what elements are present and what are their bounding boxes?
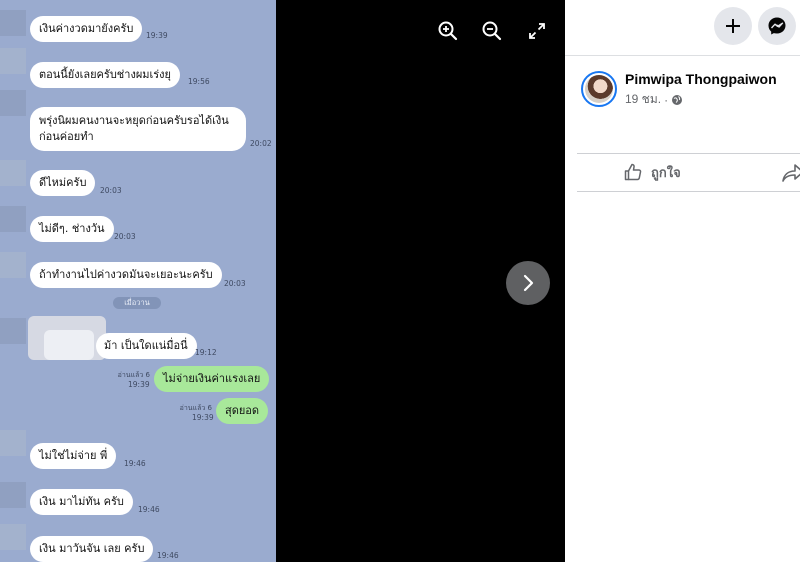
chat-message: ม้า เป็นใดแน่มื่อนี่ [96,333,197,359]
post-meta: 19 ชม. · [625,90,683,109]
message-time: 19:12 [195,348,217,357]
blurred-avatar [0,318,26,344]
chat-message: ไม่ดีๆ. ช่างวัน [30,216,114,242]
read-receipt: อ่านแล้ว 6 [179,404,212,412]
blurred-area [44,330,94,360]
zoom-in-icon [438,21,458,41]
message-time: 20:03 [100,186,122,195]
plus-icon [726,19,740,33]
author-avatar[interactable] [581,71,617,107]
blurred-avatar [0,524,26,550]
chat-message: พรุ่งนิผมคนงานจะหยุดก่อนครับรอได้เงินก่อ… [30,107,246,151]
chat-message: เงิน มาวันจัน เลย ครับ [30,536,154,562]
blurred-avatar [0,10,26,36]
message-time: 20:02 [250,139,272,148]
divider [577,191,800,192]
blurred-avatar [0,48,26,74]
create-button[interactable] [714,7,752,45]
fullscreen-button[interactable] [524,18,550,44]
message-time: 19:39 [128,380,150,389]
blurred-avatar [0,482,26,508]
post-time[interactable]: 19 ชม. [625,90,661,109]
chat-message-own: สุดยอด [216,398,269,424]
message-time: 19:46 [138,505,160,514]
chat-message-own: ไม่จ่ายเงินค่าแรงเลย [154,366,270,392]
read-receipt: อ่านแล้ว 6 [117,371,150,379]
photo-viewer-page: เงินค่างวดมายังครับ 19:39 ตอนนี้ยังเลยคร… [0,0,800,562]
message-time: 19:39 [192,413,214,422]
chat-message: ตอนนี้ยังเลยครับช่างผมเร่งยุ [30,62,180,88]
chat-message: ไม่ใช่ไม่จ่าย พี่ [30,443,117,469]
message-time: 20:03 [114,232,136,241]
like-button[interactable]: ถูกใจ [623,158,681,186]
blurred-avatar [0,430,26,456]
share-icon [782,164,800,182]
post-info-panel: Pimwipa Thongpaiwon 19 ชม. · ถูกใจ [565,0,800,562]
blurred-avatar [0,90,26,116]
author-name[interactable]: Pimwipa Thongpaiwon [625,71,777,87]
message-time: 19:39 [146,31,168,40]
chat-message: ดีไหม่ครับ [30,170,96,196]
chat-message: ถ้าทำงานไปค่างวดมันจะเยอะนะครับ [30,262,222,288]
message-time: 19:46 [124,459,146,468]
chevron-right-icon [523,274,534,292]
chat-message: เงินค่างวดมายังครับ [30,16,143,42]
chat-screenshot-photo: เงินค่างวดมายังครับ 19:39 ตอนนี้ยังเลยคร… [0,0,276,562]
messenger-button[interactable] [758,7,796,45]
blurred-avatar [0,252,26,278]
like-label: ถูกใจ [651,165,681,181]
message-time: 19:46 [157,551,179,560]
next-photo-button[interactable] [506,261,550,305]
date-divider: เมื่อวาน [113,297,161,309]
message-time: 20:03 [224,279,246,288]
thumbs-up-icon [624,163,642,181]
chat-message: เงิน มาไม่ทัน ครับ [30,489,133,515]
blurred-avatar [0,206,26,232]
divider [577,153,800,154]
fullscreen-icon [529,23,545,39]
messenger-icon [768,17,786,35]
zoom-out-button[interactable] [479,18,505,44]
message-time: 19:56 [188,77,210,86]
top-bar [565,0,800,56]
zoom-in-button[interactable] [435,18,461,44]
photo-viewer-stage [276,0,565,562]
blurred-avatar [0,160,26,186]
share-button[interactable] [781,160,800,184]
zoom-out-icon [482,21,502,41]
globe-icon [672,94,683,105]
